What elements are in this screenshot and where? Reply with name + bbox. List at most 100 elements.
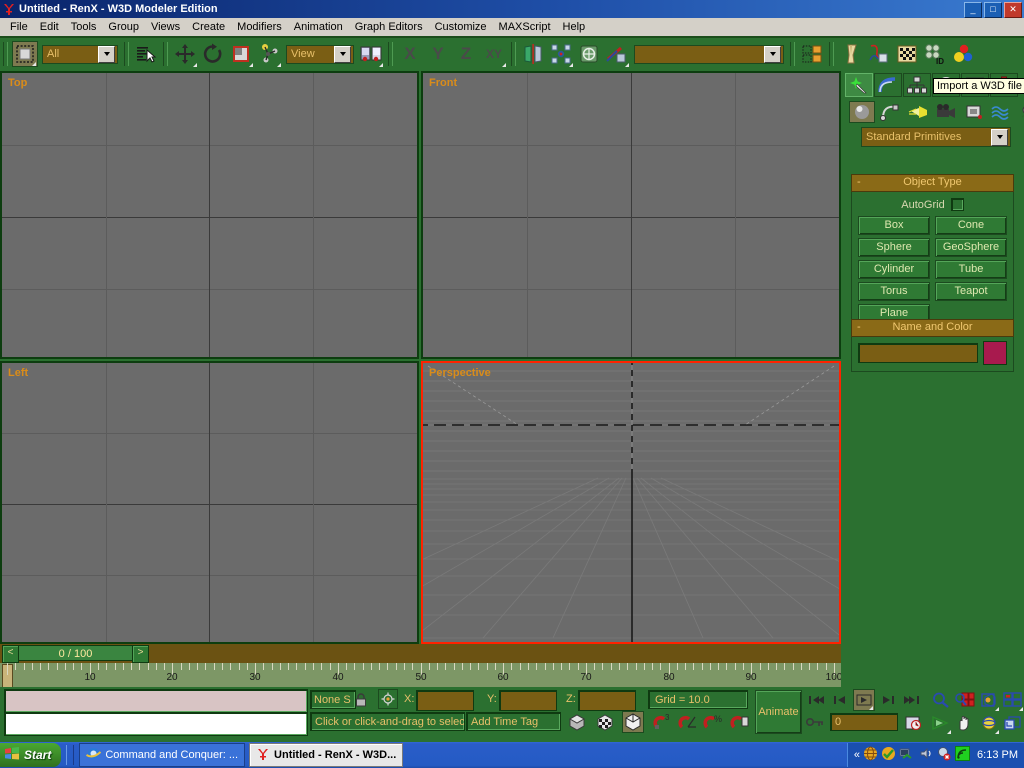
- category-combo[interactable]: Standard Primitives: [861, 127, 1011, 147]
- menu-item-graph-editors[interactable]: Graph Editors: [349, 20, 429, 34]
- object-type-box[interactable]: Box: [858, 216, 930, 235]
- restrict-to-plane-icon[interactable]: XY: [481, 41, 507, 67]
- menu-item-file[interactable]: File: [4, 20, 34, 34]
- menu-item-maxscript[interactable]: MAXScript: [493, 20, 557, 34]
- set-key-icon[interactable]: [805, 713, 825, 731]
- pan-icon[interactable]: [954, 712, 976, 734]
- clock[interactable]: 6:13 PM: [977, 749, 1018, 761]
- selection-lock-icon[interactable]: [352, 690, 370, 709]
- zoom-extents-icon[interactable]: [978, 689, 1000, 711]
- tab-modify[interactable]: [874, 73, 902, 97]
- autogrid-checkbox[interactable]: [951, 198, 964, 211]
- menu-item-edit[interactable]: Edit: [34, 20, 65, 34]
- tab-hierarchy[interactable]: [903, 73, 931, 97]
- percent-snap-icon[interactable]: %: [702, 711, 724, 733]
- close-button[interactable]: ✕: [1004, 2, 1022, 18]
- use-transform-center-icon[interactable]: [358, 41, 384, 67]
- menu-item-animation[interactable]: Animation: [288, 20, 349, 34]
- subtab-cameras[interactable]: [933, 101, 959, 123]
- object-type-teapot[interactable]: Teapot: [935, 282, 1007, 301]
- time-slider-value[interactable]: 0 / 100: [19, 645, 132, 661]
- snap-toggle-3-icon[interactable]: 3: [652, 711, 674, 733]
- maxscript-listener-output[interactable]: [4, 689, 308, 713]
- maxscript-listener-input[interactable]: [4, 712, 308, 736]
- animate-button[interactable]: Animate: [755, 690, 802, 734]
- time-slider[interactable]: < 0 / 100 >: [2, 645, 149, 661]
- time-configuration-icon[interactable]: [903, 712, 925, 734]
- go-to-end-icon[interactable]: [901, 689, 923, 711]
- previous-frame-button[interactable]: <: [2, 645, 19, 663]
- viewport-perspective[interactable]: Perspective Z Y X: [421, 361, 841, 644]
- render-scene-icon[interactable]: [866, 41, 892, 67]
- tray-expand-icon[interactable]: «: [854, 749, 860, 761]
- signal-icon[interactable]: [955, 746, 970, 764]
- globe-icon[interactable]: [863, 746, 878, 764]
- antivirus-icon[interactable]: [937, 746, 952, 764]
- taskbar-grip[interactable]: [66, 745, 74, 765]
- taskbar-item-renx[interactable]: Untitled - RenX - W3D...: [249, 743, 403, 767]
- play-icon[interactable]: [853, 689, 875, 711]
- material-editor-icon[interactable]: [838, 41, 864, 67]
- rollout-object-type-header[interactable]: - Object Type: [851, 174, 1014, 192]
- next-frame-icon[interactable]: [877, 689, 899, 711]
- restrict-to-x-icon[interactable]: X: [397, 41, 423, 67]
- menu-item-modifiers[interactable]: Modifiers: [231, 20, 288, 34]
- select-object-icon[interactable]: [12, 41, 38, 67]
- subtab-systems[interactable]: [1017, 101, 1024, 123]
- select-and-rotate-icon[interactable]: [200, 41, 226, 67]
- named-selection-sets-combo[interactable]: [634, 45, 784, 64]
- spinner-snap-icon[interactable]: [729, 711, 751, 733]
- select-by-name-icon[interactable]: [133, 41, 159, 67]
- selection-filter-combo[interactable]: All: [42, 45, 118, 64]
- arc-rotate-icon[interactable]: [978, 712, 1000, 734]
- menu-item-views[interactable]: Views: [145, 20, 186, 34]
- curve-editor-icon[interactable]: [604, 41, 630, 67]
- color-balls-icon[interactable]: [950, 41, 976, 67]
- subtab-space-warps[interactable]: [989, 101, 1015, 123]
- x-coordinate-input[interactable]: [416, 690, 474, 711]
- subtab-helpers[interactable]: [961, 101, 987, 123]
- menu-item-help[interactable]: Help: [557, 20, 592, 34]
- reference-coordinate-combo[interactable]: View: [286, 45, 354, 64]
- maximize-button[interactable]: □: [984, 2, 1002, 18]
- min-max-toggle-icon[interactable]: [1002, 712, 1024, 734]
- select-and-scale-icon[interactable]: [228, 41, 254, 67]
- object-type-sphere[interactable]: Sphere: [858, 238, 930, 257]
- rollout-name-and-color-header[interactable]: - Name and Color: [851, 319, 1014, 337]
- chevron-down-icon[interactable]: [334, 46, 351, 63]
- select-and-move-icon[interactable]: [172, 41, 198, 67]
- viewport-left[interactable]: Left Z Y X: [0, 361, 419, 644]
- speaker-icon[interactable]: [919, 746, 934, 764]
- start-button[interactable]: Start: [0, 743, 61, 767]
- chevron-down-icon[interactable]: [98, 46, 115, 63]
- zoom-extents-all-icon[interactable]: [1002, 689, 1024, 711]
- shade-selected-icon[interactable]: [566, 711, 588, 733]
- align-icon[interactable]: [548, 41, 574, 67]
- object-type-cone[interactable]: Cone: [935, 216, 1007, 235]
- viewport-top[interactable]: Top Y Z X: [0, 71, 419, 359]
- z-coordinate-input[interactable]: [578, 690, 636, 711]
- object-color-swatch[interactable]: [983, 341, 1007, 365]
- y-coordinate-input[interactable]: [499, 690, 557, 711]
- named-selection-sets-icon[interactable]: [799, 41, 825, 67]
- previous-frame-icon[interactable]: [829, 689, 851, 711]
- layer-manager-icon[interactable]: [576, 41, 602, 67]
- box-icon[interactable]: [622, 711, 644, 733]
- update-icon[interactable]: [881, 746, 896, 764]
- restrict-to-y-icon[interactable]: Y: [425, 41, 451, 67]
- field-of-view-icon[interactable]: [930, 712, 952, 734]
- object-name-input[interactable]: [858, 343, 978, 363]
- mirror-icon[interactable]: [520, 41, 546, 67]
- zoom-all-icon[interactable]: [954, 689, 976, 711]
- rollout-collapse-icon[interactable]: -: [857, 320, 861, 335]
- object-type-tube[interactable]: Tube: [935, 260, 1007, 279]
- network-icon[interactable]: [899, 746, 916, 764]
- tab-create[interactable]: [845, 73, 873, 97]
- subtab-lights[interactable]: [905, 101, 931, 123]
- next-frame-button[interactable]: >: [132, 645, 149, 663]
- viewport-front[interactable]: Front Z Y X: [421, 71, 841, 359]
- restrict-to-z-icon[interactable]: Z: [453, 41, 479, 67]
- add-time-tag-button[interactable]: Add Time Tag: [466, 712, 561, 731]
- zoom-icon[interactable]: [930, 689, 952, 711]
- menu-item-group[interactable]: Group: [102, 20, 145, 34]
